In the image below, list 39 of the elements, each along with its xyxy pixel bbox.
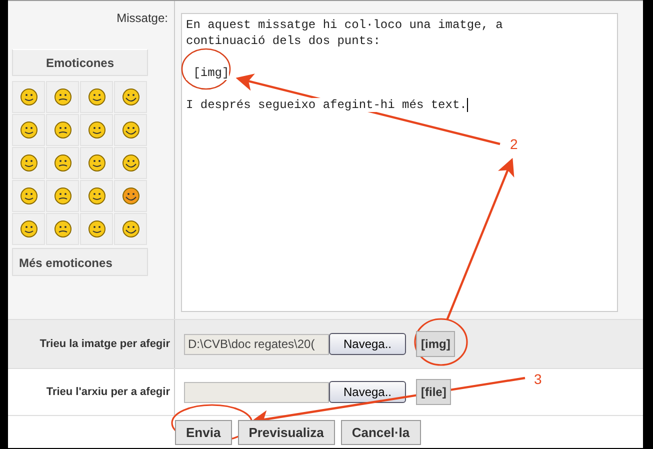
smiley-icon[interactable] xyxy=(88,220,106,238)
browse-button[interactable]: Navega.. xyxy=(329,381,406,403)
smiley-icon[interactable] xyxy=(122,220,140,238)
field-label: Trieu l'arxiu per a afegir xyxy=(46,386,170,398)
smiley-icon[interactable] xyxy=(54,88,72,106)
field-label: Trieu la imatge per afegir xyxy=(40,338,170,350)
annotation-number: 2 xyxy=(510,136,518,152)
smiley-icon[interactable] xyxy=(20,220,38,238)
file-path-field[interactable]: D:\CVB\doc regates\20( xyxy=(184,334,329,354)
smiley-icon[interactable] xyxy=(54,187,72,205)
field-label: Missatge: xyxy=(116,11,169,27)
smiley-icon[interactable] xyxy=(122,187,140,205)
smiley-icon[interactable] xyxy=(20,187,38,205)
smiley-icon[interactable] xyxy=(88,187,106,205)
smiley-icon[interactable] xyxy=(20,121,38,139)
highlight-ellipse xyxy=(414,318,468,366)
smiley-icon[interactable] xyxy=(54,220,72,238)
more-emoticons-link[interactable]: Més emoticones xyxy=(12,248,148,276)
cancel-button[interactable]: Cancel·la xyxy=(340,420,421,445)
insert-button[interactable]: [file] xyxy=(416,379,452,405)
smiley-icon[interactable] xyxy=(54,121,72,139)
smiley-icon[interactable] xyxy=(122,121,140,139)
file-path-field[interactable] xyxy=(184,382,329,402)
annotation-number: 3 xyxy=(534,371,542,387)
preview-button[interactable]: Previsualiza xyxy=(238,420,335,445)
smiley-icon[interactable] xyxy=(88,121,106,139)
smiley-icon[interactable] xyxy=(122,154,140,172)
smiley-icon[interactable] xyxy=(20,88,38,106)
smiley-icon[interactable] xyxy=(88,88,106,106)
smiley-icon[interactable] xyxy=(20,154,38,172)
smiley-icon[interactable] xyxy=(122,88,140,106)
text-cursor xyxy=(466,98,468,112)
send-button[interactable]: Envia xyxy=(175,420,232,445)
smiley-icon[interactable] xyxy=(88,154,106,172)
smiley-icon[interactable] xyxy=(54,154,72,172)
browse-button[interactable]: Navega.. xyxy=(329,333,406,355)
insert-button[interactable]: [img] xyxy=(416,331,456,357)
highlight-ellipse xyxy=(181,48,231,90)
emoticons-heading: Emoticones xyxy=(12,49,148,76)
